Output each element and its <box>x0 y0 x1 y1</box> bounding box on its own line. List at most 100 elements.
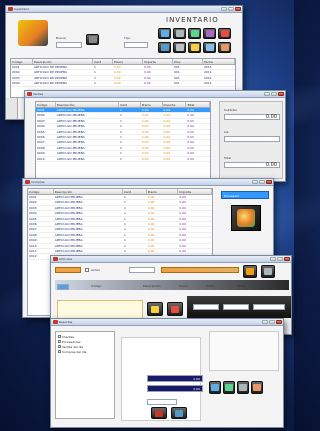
close-report-button[interactable] <box>251 381 263 394</box>
title-bar[interactable]: Ventas <box>25 91 285 98</box>
minimize-button[interactable] <box>221 7 227 11</box>
folder-button[interactable] <box>188 42 201 53</box>
exit-button[interactable] <box>218 42 231 53</box>
column-header[interactable]: Descripción <box>56 102 120 107</box>
list-item[interactable]: Compras del día <box>58 349 112 354</box>
maximize-button[interactable] <box>269 320 275 324</box>
type-select[interactable] <box>124 42 148 48</box>
title-bar[interactable]: Artículos <box>51 256 291 263</box>
title-bar[interactable]: Reportes <box>51 319 283 326</box>
chart-button[interactable] <box>188 28 201 39</box>
print-report-button[interactable] <box>209 381 221 394</box>
table-row[interactable]: 0010 ARTICULO PRUEBA 1 0.00 0.00 0.00 <box>36 157 210 162</box>
list-item-label: Ventas del día <box>62 344 84 349</box>
image-button[interactable] <box>243 265 257 278</box>
column-header[interactable]: Importe <box>178 189 213 194</box>
table-cell: ARTICULO PRUEBA <box>56 134 85 139</box>
tax-select[interactable] <box>224 136 280 142</box>
amount-field[interactable] <box>253 304 285 310</box>
maximize-button[interactable] <box>259 180 265 184</box>
minimize-button[interactable] <box>252 180 258 184</box>
table-row[interactable]: 0004 ARTICULO DE PRUEBA 1 0.00 0.00 001 … <box>11 81 235 87</box>
column-header[interactable]: Prov <box>173 59 203 64</box>
table-cell: ARTICULO DE PRUEBA <box>34 75 68 80</box>
active-checkbox[interactable] <box>85 268 89 272</box>
column-header[interactable]: Cant <box>119 102 141 107</box>
column-header[interactable]: Total <box>186 102 210 107</box>
stock-field[interactable] <box>57 284 69 290</box>
title-bar[interactable]: Compras <box>23 179 273 186</box>
column-header[interactable]: Código <box>11 59 33 64</box>
checkbox[interactable] <box>58 335 61 338</box>
camera-button[interactable] <box>261 265 275 278</box>
column-header[interactable]: Cant <box>123 189 147 194</box>
quantity-field[interactable] <box>193 304 219 310</box>
table-cell: 0.00 <box>141 124 149 129</box>
maximize-button[interactable] <box>271 92 277 96</box>
column-header[interactable]: Precio <box>113 59 143 64</box>
column-header[interactable]: Descripción <box>54 189 123 194</box>
minimize-button[interactable] <box>270 257 276 261</box>
checkbox[interactable] <box>58 345 61 348</box>
minimize-button[interactable] <box>262 320 268 324</box>
close-button[interactable] <box>266 180 272 184</box>
maximize-button[interactable] <box>228 7 234 11</box>
table-cell: 0.00 <box>147 238 155 243</box>
window-controls <box>262 320 282 324</box>
mail-button[interactable] <box>203 42 216 53</box>
maximize-button[interactable] <box>277 257 283 261</box>
close-button[interactable] <box>276 320 282 324</box>
table-cell: 1 <box>123 248 126 253</box>
save-button[interactable] <box>158 42 171 53</box>
code-field[interactable] <box>55 267 81 273</box>
book-button[interactable] <box>203 28 216 39</box>
search-input[interactable] <box>56 42 82 48</box>
column-header[interactable]: Código <box>28 189 54 194</box>
table-cell: 1 <box>123 227 126 232</box>
price-label: Precio <box>179 284 189 288</box>
column-header[interactable]: Código <box>36 102 56 107</box>
column-header[interactable]: Cant <box>93 59 113 64</box>
column-header[interactable]: Descripción <box>33 59 93 64</box>
description-field[interactable] <box>129 267 155 273</box>
provider-select[interactable]: Proveedor <box>221 191 269 199</box>
totals-panel: Subtotal 0.00 Iva Total 0.00 <box>219 101 283 179</box>
table-cell: ARTICULO PRUEBA <box>56 140 85 145</box>
export-report-button[interactable] <box>223 381 235 394</box>
table-cell: 1 <box>120 151 122 156</box>
close-button[interactable] <box>284 257 290 261</box>
total-field[interactable]: 0.00 <box>224 162 280 168</box>
printer-button[interactable] <box>158 28 171 39</box>
report-balance-field[interactable]: 0.00 <box>147 385 203 392</box>
checkbox[interactable] <box>58 340 61 343</box>
camera-button[interactable] <box>86 34 99 45</box>
column-header[interactable]: Importe <box>143 59 173 64</box>
minimize-button[interactable] <box>264 92 270 96</box>
notes-field[interactable] <box>57 300 143 320</box>
filter-button[interactable] <box>151 407 167 419</box>
discount-field[interactable] <box>223 304 249 310</box>
title-bar[interactable]: Inventario <box>6 6 242 13</box>
column-header[interactable]: Precio <box>147 189 179 194</box>
table-cell: 0.00 <box>179 211 187 216</box>
table-cell: 0.00 <box>144 65 151 69</box>
save-item-button[interactable] <box>147 302 163 316</box>
settings-button[interactable] <box>173 42 186 53</box>
email-report-button[interactable] <box>237 381 249 394</box>
column-header[interactable]: Importe <box>163 102 187 107</box>
delete-item-button[interactable] <box>167 302 183 316</box>
column-header[interactable]: Fecha <box>203 59 235 64</box>
user-button[interactable] <box>173 28 186 39</box>
close-button[interactable] <box>235 7 241 11</box>
table-cell: 0002 <box>37 113 45 118</box>
refresh-button[interactable] <box>171 407 187 419</box>
close-button[interactable] <box>278 92 284 96</box>
report-filter-select[interactable] <box>147 399 177 405</box>
checkbox[interactable] <box>58 350 61 353</box>
column-header[interactable]: Precio <box>141 102 163 107</box>
report-total-field[interactable]: 0.00 <box>147 375 203 382</box>
table-cell: 0007 <box>37 140 45 145</box>
subtotal-field[interactable]: 0.00 <box>224 114 280 120</box>
alert-button[interactable] <box>218 28 231 39</box>
price-bar[interactable] <box>161 267 239 273</box>
